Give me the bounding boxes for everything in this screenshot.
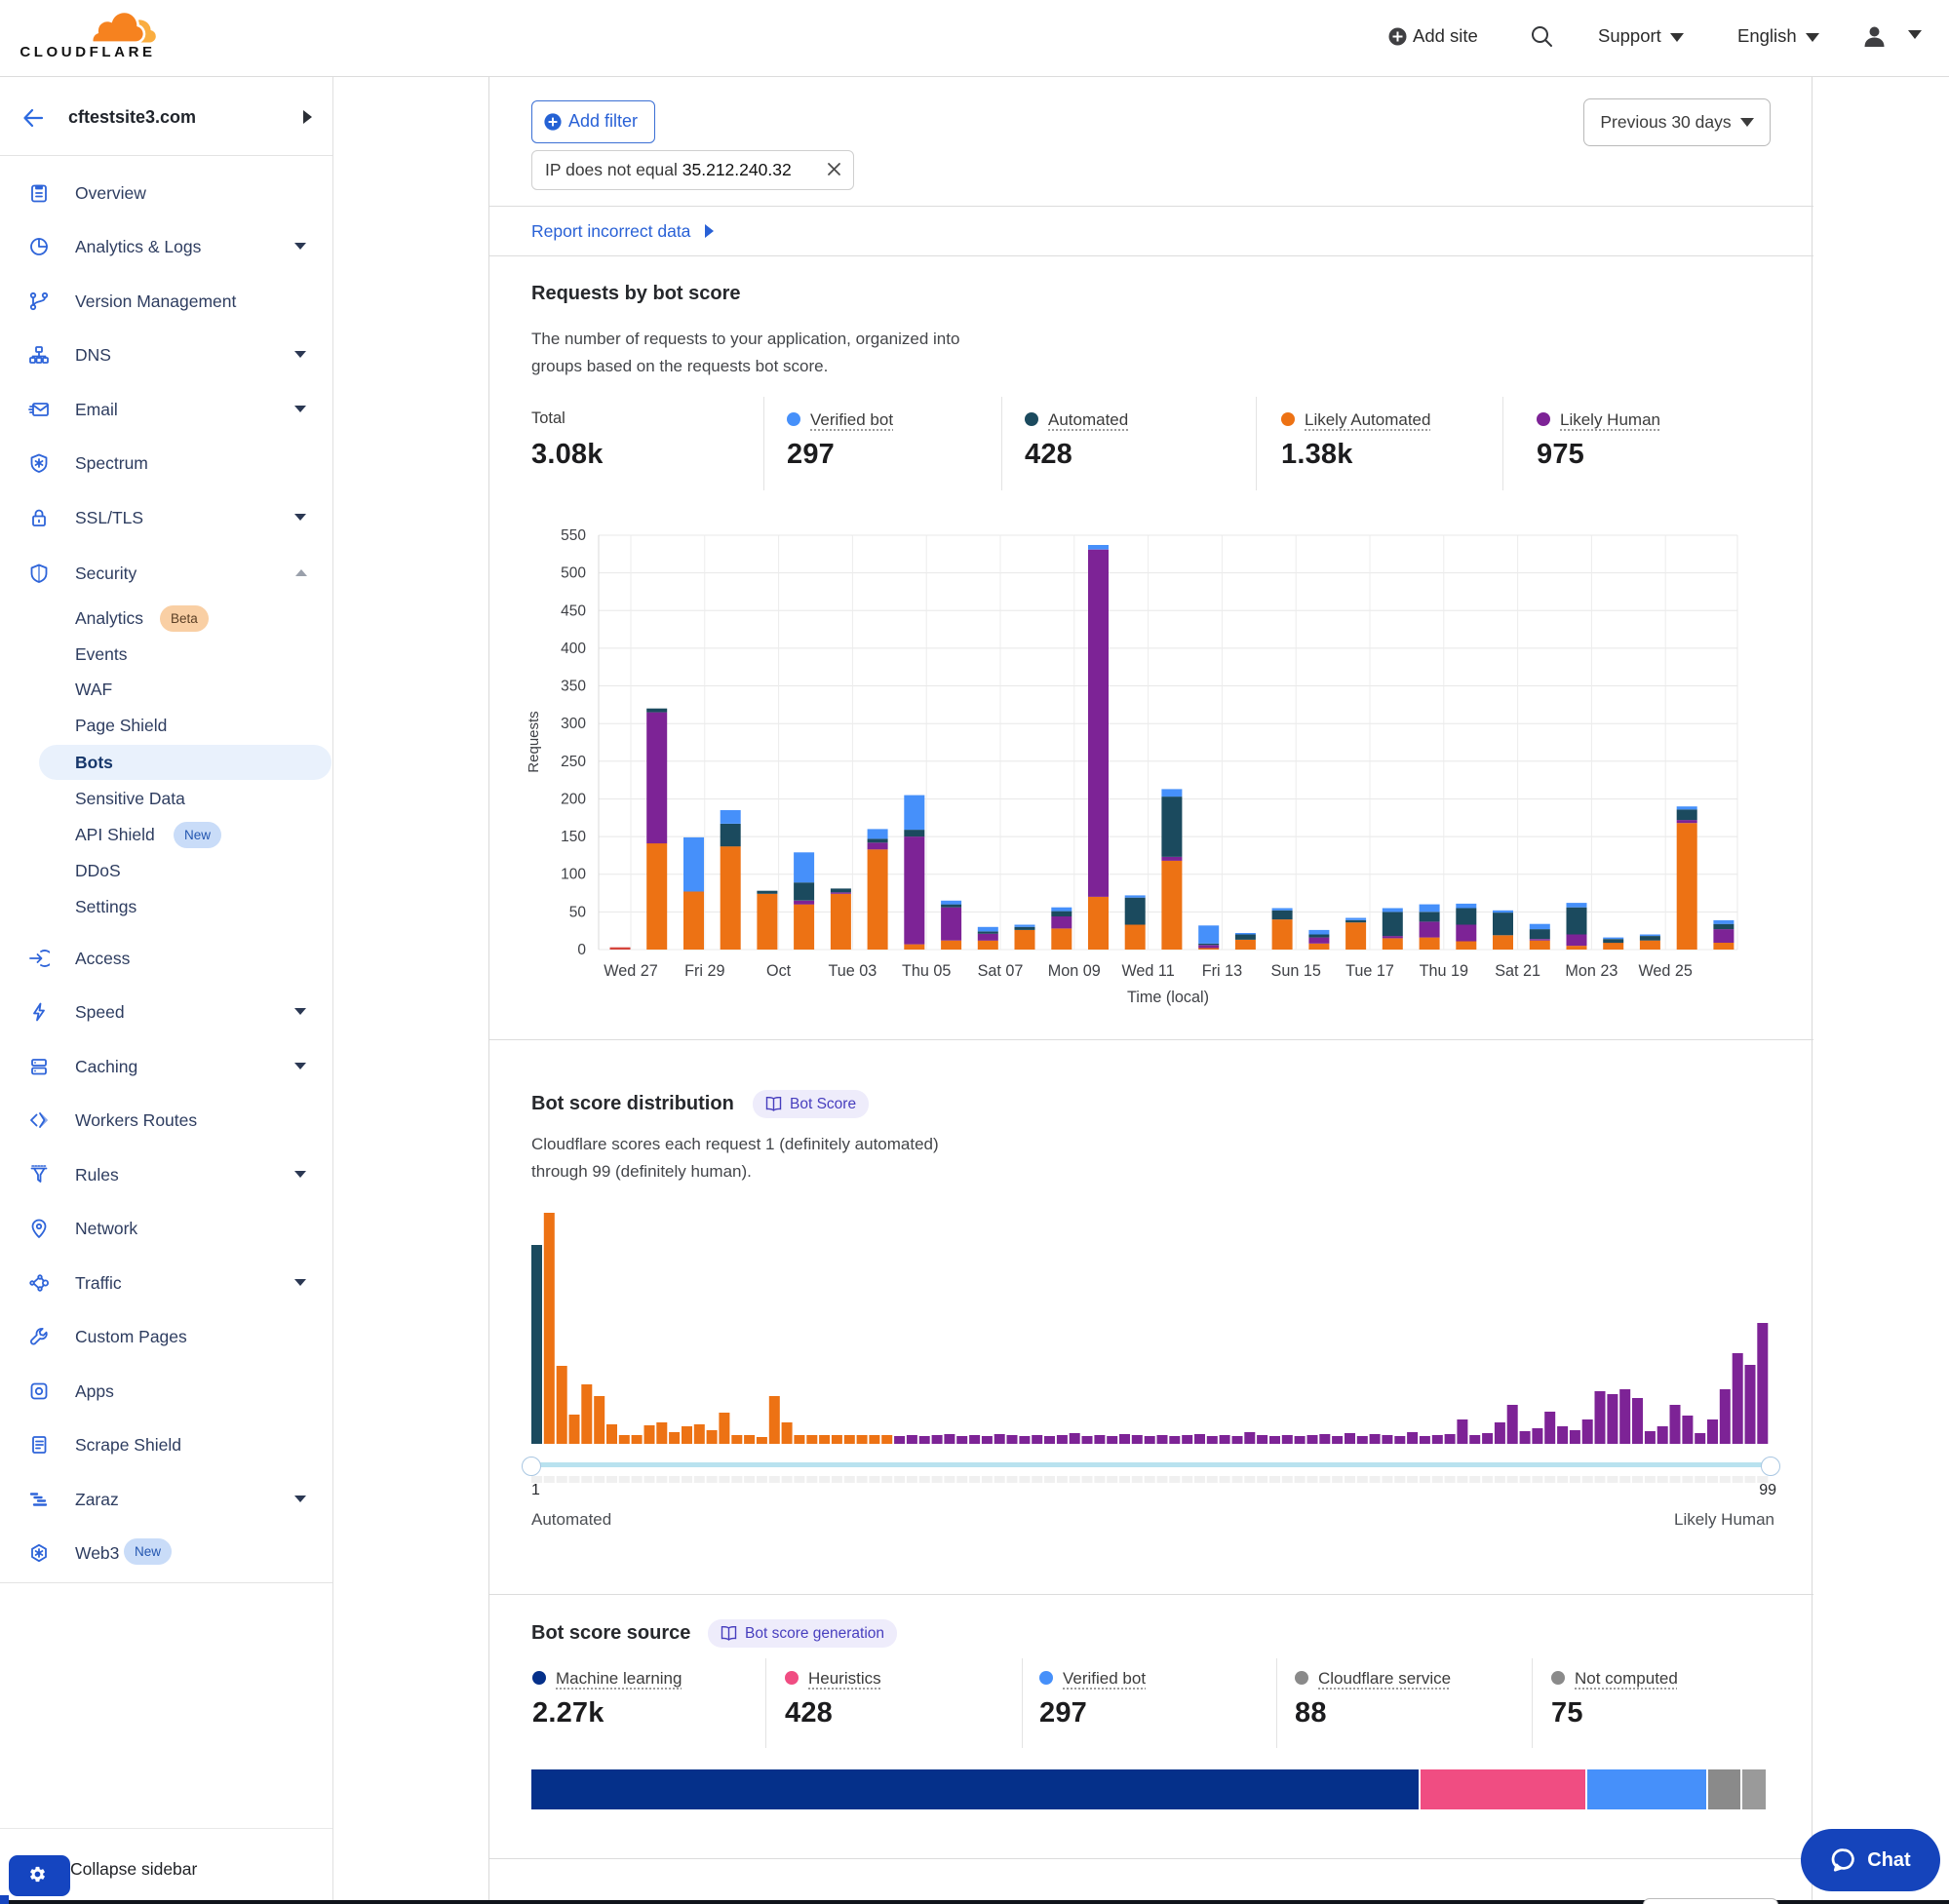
svg-text:Fri 13: Fri 13: [1202, 962, 1242, 980]
svg-text:Wed 27: Wed 27: [604, 962, 658, 980]
svg-text:Sat 21: Sat 21: [1495, 962, 1540, 980]
svg-text:Mon 23: Mon 23: [1565, 962, 1618, 980]
svg-text:Sun 15: Sun 15: [1271, 962, 1321, 980]
svg-text:100: 100: [561, 867, 586, 883]
svg-text:Time (local): Time (local): [1127, 989, 1209, 1006]
svg-text:Mon 09: Mon 09: [1048, 962, 1101, 980]
svg-text:250: 250: [561, 754, 586, 770]
svg-text:Wed 11: Wed 11: [1121, 962, 1174, 980]
svg-text:500: 500: [561, 565, 586, 582]
svg-text:Requests: Requests: [526, 711, 542, 772]
svg-text:Tue 17: Tue 17: [1345, 962, 1394, 980]
svg-text:50: 50: [569, 904, 587, 920]
svg-text:Sat 07: Sat 07: [978, 962, 1024, 980]
svg-text:350: 350: [561, 679, 586, 695]
svg-text:0: 0: [577, 942, 586, 958]
svg-text:550: 550: [561, 527, 586, 544]
svg-text:Thu 19: Thu 19: [1420, 962, 1468, 980]
svg-text:200: 200: [561, 792, 586, 808]
svg-text:Thu 05: Thu 05: [902, 962, 951, 980]
svg-text:Oct: Oct: [766, 962, 792, 980]
svg-text:Fri 29: Fri 29: [684, 962, 724, 980]
svg-text:400: 400: [561, 641, 586, 657]
svg-text:300: 300: [561, 716, 586, 732]
svg-text:Tue 03: Tue 03: [829, 962, 877, 980]
svg-text:450: 450: [561, 602, 586, 619]
svg-text:150: 150: [561, 829, 586, 845]
svg-text:Wed 25: Wed 25: [1638, 962, 1693, 980]
